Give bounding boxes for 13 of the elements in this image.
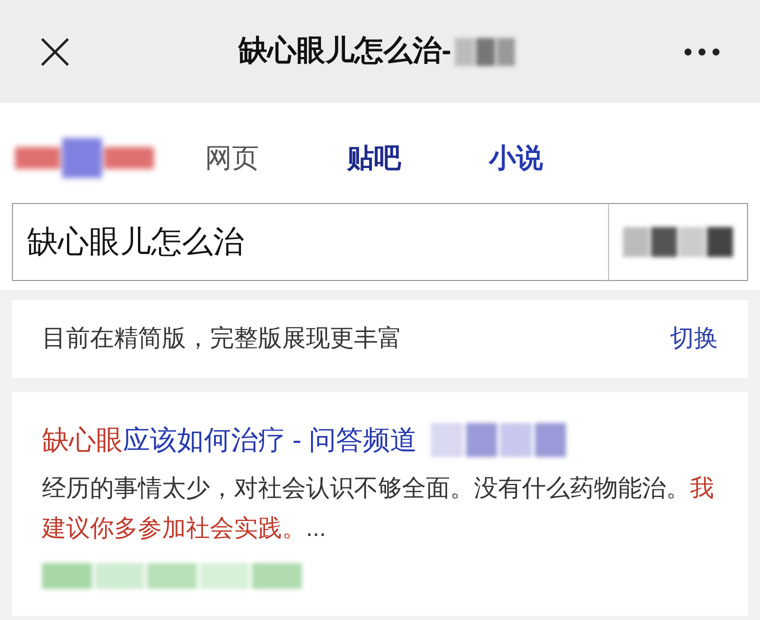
mosaic-block xyxy=(455,38,516,66)
notice-text: 目前在精简版，完整版展现更丰富 xyxy=(42,324,402,354)
nav-tab[interactable]: 网页 xyxy=(205,138,259,178)
close-icon[interactable] xyxy=(40,36,70,66)
search-field[interactable]: 缺心眼儿怎么治 xyxy=(12,203,608,281)
result-snippet: 经历的事情太少，对社会认识不够全面。没有什么药物能治。我建议你多参加社会实践。... xyxy=(42,474,715,544)
nav-tab[interactable]: 小说 xyxy=(489,138,543,178)
nav-tab[interactable]: 贴吧 xyxy=(347,138,401,178)
search-button-area[interactable] xyxy=(608,203,748,281)
result-title-link[interactable]: 缺心眼应该如何治疗 - 问答频道 xyxy=(42,420,417,460)
switch-link[interactable]: 切换 xyxy=(670,321,718,357)
more-icon[interactable] xyxy=(684,48,720,56)
page-title: 缺心眼儿怎么治- xyxy=(238,34,452,69)
